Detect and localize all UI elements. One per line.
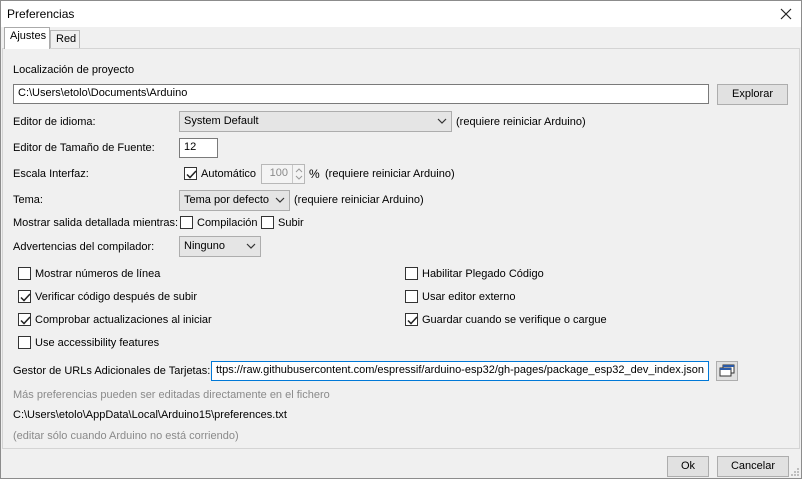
- chevron-down-icon: [246, 243, 256, 249]
- show-line-numbers-label: Mostrar números de línea: [35, 268, 161, 280]
- font-size-label: Editor de Tamaño de Fuente:: [13, 142, 155, 154]
- save-on-verify-label: Guardar cuando se verifique o cargue: [422, 314, 607, 326]
- scale-unit: %: [309, 167, 320, 181]
- scale-label: Escala Interfaz:: [13, 168, 89, 180]
- window-icon: [719, 364, 735, 377]
- check-icon: [20, 316, 31, 325]
- board-urls-input[interactable]: ttps://raw.githubusercontent.com/espress…: [211, 361, 709, 381]
- more-prefs-text: Más preferencias pueden ser editadas dir…: [13, 389, 330, 401]
- warnings-value: Ninguno: [184, 240, 225, 252]
- preferences-window: Preferencias Ajustes Red Localización de…: [0, 0, 802, 479]
- scale-auto-label: Automático: [201, 168, 257, 180]
- chevron-down-icon: [275, 197, 285, 203]
- code-folding-checkbox[interactable]: [405, 267, 418, 280]
- language-label: Editor de idioma:: [13, 116, 96, 128]
- scale-spinner[interactable]: 100: [261, 164, 305, 184]
- accessibility-checkbox[interactable]: [18, 336, 31, 349]
- title-bar: Preferencias: [1, 1, 801, 27]
- check-updates-checkbox[interactable]: [18, 313, 31, 326]
- tab-label: Red: [56, 33, 77, 45]
- show-line-numbers-checkbox[interactable]: [18, 267, 31, 280]
- scale-note: (requiere reiniciar Arduino): [325, 168, 455, 180]
- spinner-arrows[interactable]: [292, 165, 304, 183]
- spinner-arrows-icon: [295, 168, 303, 180]
- language-value: System Default: [184, 115, 259, 127]
- chevron-down-icon: [437, 118, 447, 124]
- external-editor-checkbox[interactable]: [405, 290, 418, 303]
- language-note: (requiere reiniciar Arduino): [456, 116, 586, 128]
- verify-after-upload-checkbox[interactable]: [18, 290, 31, 303]
- theme-select[interactable]: Tema por defecto: [179, 190, 290, 211]
- language-select[interactable]: System Default: [179, 111, 452, 132]
- code-folding-label: Habilitar Plegado Código: [422, 268, 544, 280]
- window-title: Preferencias: [7, 7, 75, 21]
- check-icon: [186, 170, 197, 179]
- open-urls-window-button[interactable]: [716, 361, 738, 381]
- close-icon[interactable]: [775, 3, 797, 25]
- theme-value: Tema por defecto: [184, 194, 269, 206]
- verbose-compile-checkbox[interactable]: [180, 216, 193, 229]
- accessibility-label: Use accessibility features: [35, 337, 160, 349]
- warnings-select[interactable]: Ninguno: [179, 236, 261, 257]
- verbose-label: Mostrar salida detallada mientras:: [13, 217, 179, 229]
- external-editor-label: Usar editor externo: [422, 291, 516, 303]
- scale-auto-checkbox[interactable]: [184, 167, 197, 180]
- ok-button[interactable]: Ok: [667, 456, 709, 477]
- cancel-button[interactable]: Cancelar: [717, 456, 789, 477]
- verify-after-upload-label: Verificar código después de subir: [35, 291, 198, 303]
- verbose-upload-label: Subir: [278, 217, 304, 229]
- check-updates-label: Comprobar actualizaciones al iniciar: [35, 314, 212, 326]
- verbose-upload-checkbox[interactable]: [261, 216, 274, 229]
- tab-red[interactable]: Red: [50, 30, 80, 49]
- check-icon: [407, 316, 418, 325]
- check-icon: [20, 293, 31, 302]
- edit-note-text: (editar sólo cuando Arduino no está corr…: [13, 430, 239, 442]
- scale-value: 100: [269, 167, 288, 179]
- project-location-label: Localización de proyecto: [13, 64, 135, 76]
- save-on-verify-checkbox[interactable]: [405, 313, 418, 326]
- warnings-label: Advertencias del compilador:: [13, 241, 155, 253]
- prefs-file-path: C:\Users\etolo\AppData\Local\Arduino15\p…: [13, 409, 287, 421]
- tab-label: Ajustes: [10, 30, 47, 42]
- project-path-input[interactable]: C:\Users\etolo\Documents\Arduino: [13, 84, 709, 104]
- browse-button[interactable]: Explorar: [717, 84, 788, 105]
- tab-ajustes[interactable]: Ajustes: [4, 27, 50, 49]
- theme-label: Tema:: [13, 194, 43, 206]
- theme-note: (requiere reiniciar Arduino): [294, 194, 424, 206]
- board-urls-label: Gestor de URLs Adicionales de Tarjetas:: [13, 365, 211, 377]
- resize-grip-icon[interactable]: [789, 466, 800, 477]
- font-size-input[interactable]: 12: [179, 138, 218, 158]
- verbose-compile-label: Compilación: [197, 217, 258, 229]
